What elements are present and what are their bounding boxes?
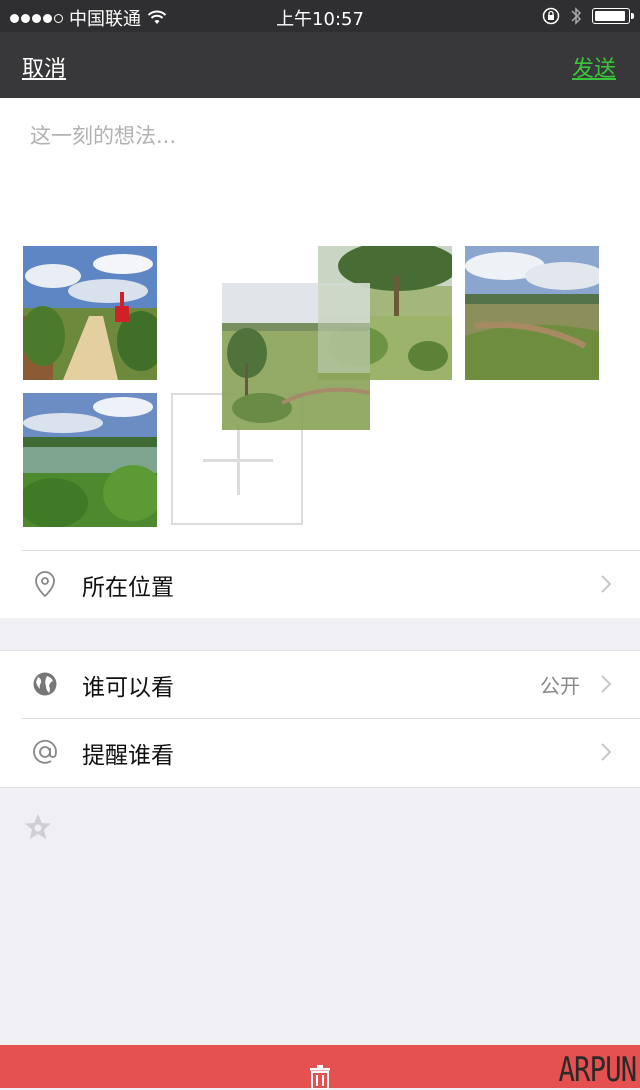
compose-area [0, 98, 640, 550]
thought-input[interactable] [30, 116, 610, 156]
star-icon[interactable] [23, 812, 53, 842]
location-pin-icon [35, 571, 55, 598]
lock-rotation-icon [542, 7, 560, 25]
mention-label: 提醒谁看 [82, 743, 174, 769]
divider [22, 550, 640, 551]
visibility-value: 公开 [540, 674, 580, 698]
status-bar: 中国联通 上午10:57 [0, 0, 640, 32]
photo-thumbnail[interactable] [23, 393, 157, 527]
divider [0, 650, 640, 651]
at-icon [33, 739, 57, 764]
visibility-row[interactable]: 谁可以看 公开 [0, 650, 640, 718]
divider [22, 718, 640, 719]
status-right [542, 6, 634, 26]
location-row[interactable]: 所在位置 [0, 550, 640, 618]
send-button[interactable]: 发送 [572, 51, 616, 83]
photo-thumbnail[interactable] [23, 246, 157, 380]
divider [0, 787, 640, 788]
nav-bar: 取消 发送 [0, 32, 640, 98]
mention-row[interactable]: 提醒谁看 [0, 718, 640, 788]
chevron-right-icon [601, 743, 612, 761]
delete-drop-zone[interactable] [0, 1045, 640, 1089]
globe-icon [33, 672, 57, 696]
cancel-button[interactable]: 取消 [22, 51, 66, 83]
battery-level [595, 11, 626, 21]
bluetooth-icon [571, 7, 582, 25]
visibility-label: 谁可以看 [82, 675, 174, 701]
location-label: 所在位置 [82, 575, 174, 601]
chevron-right-icon [601, 575, 612, 593]
watermark-logo: ARPUN [558, 1050, 637, 1090]
battery-icon [592, 8, 634, 24]
photo-thumbnail[interactable] [465, 246, 599, 380]
dragging-photo[interactable] [222, 283, 370, 430]
trash-icon [310, 1065, 330, 1089]
chevron-right-icon [601, 675, 612, 693]
